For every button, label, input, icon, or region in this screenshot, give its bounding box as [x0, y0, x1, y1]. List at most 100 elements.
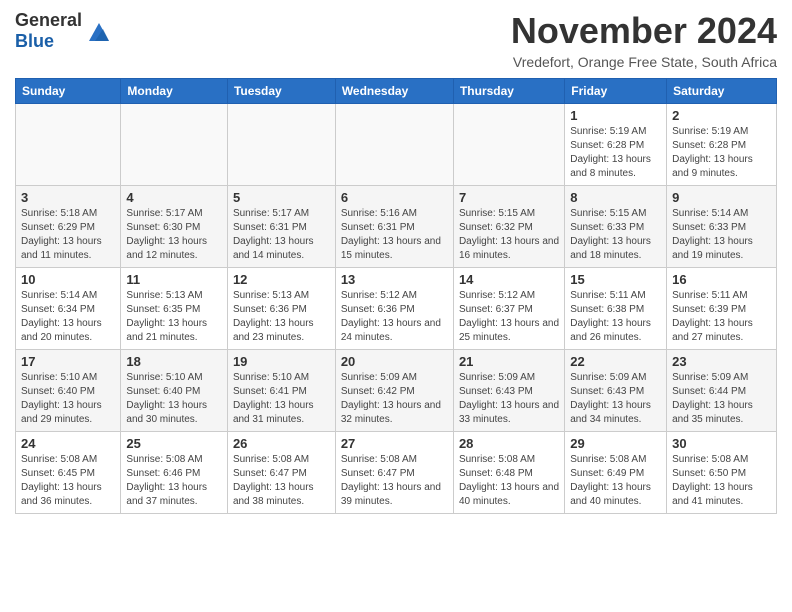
- day-info: Sunrise: 5:08 AM Sunset: 6:46 PM Dayligh…: [126, 453, 222, 509]
- day-info: Sunrise: 5:17 AM Sunset: 6:31 PM Dayligh…: [233, 207, 330, 263]
- weekday-tuesday: Tuesday: [227, 79, 335, 104]
- calendar-cell: 4Sunrise: 5:17 AM Sunset: 6:30 PM Daylig…: [121, 186, 228, 268]
- day-number: 28: [459, 436, 559, 451]
- day-info: Sunrise: 5:19 AM Sunset: 6:28 PM Dayligh…: [672, 125, 771, 181]
- day-info: Sunrise: 5:08 AM Sunset: 6:50 PM Dayligh…: [672, 453, 771, 509]
- day-number: 20: [341, 354, 448, 369]
- day-info: Sunrise: 5:13 AM Sunset: 6:35 PM Dayligh…: [126, 289, 222, 345]
- calendar-cell: 26 Sunrise: 5:08 AM Sunset: 6:47 PM Dayli…: [227, 432, 335, 514]
- calendar-cell: 11 Sunrise: 5:13 AM Sunset: 6:35 PM Dayli…: [121, 268, 228, 350]
- day-info: Sunrise: 5:09 AM Sunset: 6:44 PM Dayligh…: [672, 371, 771, 427]
- logo-icon: [85, 17, 113, 45]
- day-info: Sunrise: 5:19 AM Sunset: 6:28 PM Dayligh…: [570, 125, 661, 181]
- day-info: Sunrise: 5:15 AM Sunset: 6:32 PM Dayligh…: [459, 207, 559, 263]
- weekday-friday: Friday: [565, 79, 667, 104]
- day-info: Sunrise: 5:11 AM Sunset: 6:39 PM Dayligh…: [672, 289, 771, 345]
- day-info: Sunrise: 5:12 AM Sunset: 6:37 PM Dayligh…: [459, 289, 559, 345]
- day-info: Sunrise: 5:11 AM Sunset: 6:38 PM Dayligh…: [570, 289, 661, 345]
- weekday-thursday: Thursday: [453, 79, 564, 104]
- day-info: Sunrise: 5:18 AM Sunset: 6:29 PM Dayligh…: [21, 207, 115, 263]
- day-info: Sunrise: 5:09 AM Sunset: 6:43 PM Dayligh…: [570, 371, 661, 427]
- day-number: 3: [21, 190, 115, 205]
- calendar-cell: 13 Sunrise: 5:12 AM Sunset: 6:36 PM Dayli…: [335, 268, 453, 350]
- calendar-cell: 29Sunrise: 5:08 AM Sunset: 6:49 PM Dayli…: [565, 432, 667, 514]
- calendar-cell: 12Sunrise: 5:13 AM Sunset: 6:36 PM Dayli…: [227, 268, 335, 350]
- day-number: 30: [672, 436, 771, 451]
- calendar-cell: [121, 104, 228, 186]
- calendar-cell: 16 Sunrise: 5:11 AM Sunset: 6:39 PM Dayli…: [667, 268, 777, 350]
- day-info: Sunrise: 5:09 AM Sunset: 6:42 PM Dayligh…: [341, 371, 448, 427]
- weekday-monday: Monday: [121, 79, 228, 104]
- day-number: 23: [672, 354, 771, 369]
- weekday-saturday: Saturday: [667, 79, 777, 104]
- calendar-cell: 30 Sunrise: 5:08 AM Sunset: 6:50 PM Dayli…: [667, 432, 777, 514]
- calendar-cell: 8 Sunrise: 5:15 AM Sunset: 6:33 PM Daylig…: [565, 186, 667, 268]
- day-info: Sunrise: 5:16 AM Sunset: 6:31 PM Dayligh…: [341, 207, 448, 263]
- week-row-2: 10 Sunrise: 5:14 AM Sunset: 6:34 PM Dayli…: [16, 268, 777, 350]
- calendar-cell: 21Sunrise: 5:09 AM Sunset: 6:43 PM Dayli…: [453, 350, 564, 432]
- calendar-cell: [227, 104, 335, 186]
- calendar-cell: 10 Sunrise: 5:14 AM Sunset: 6:34 PM Dayli…: [16, 268, 121, 350]
- day-info: Sunrise: 5:08 AM Sunset: 6:47 PM Dayligh…: [341, 453, 448, 509]
- title-area: November 2024 Vredefort, Orange Free Sta…: [511, 10, 777, 70]
- day-number: 22: [570, 354, 661, 369]
- calendar-cell: 15Sunrise: 5:11 AM Sunset: 6:38 PM Dayli…: [565, 268, 667, 350]
- day-number: 16: [672, 272, 771, 287]
- day-number: 18: [126, 354, 222, 369]
- day-info: Sunrise: 5:08 AM Sunset: 6:47 PM Dayligh…: [233, 453, 330, 509]
- logo-general: General: [15, 10, 82, 31]
- day-number: 5: [233, 190, 330, 205]
- week-row-1: 3 Sunrise: 5:18 AM Sunset: 6:29 PM Daylig…: [16, 186, 777, 268]
- calendar-cell: 24 Sunrise: 5:08 AM Sunset: 6:45 PM Dayli…: [16, 432, 121, 514]
- day-number: 2: [672, 108, 771, 123]
- weekday-wednesday: Wednesday: [335, 79, 453, 104]
- day-number: 26: [233, 436, 330, 451]
- day-info: Sunrise: 5:15 AM Sunset: 6:33 PM Dayligh…: [570, 207, 661, 263]
- calendar-cell: 14 Sunrise: 5:12 AM Sunset: 6:37 PM Dayli…: [453, 268, 564, 350]
- calendar-cell: 3 Sunrise: 5:18 AM Sunset: 6:29 PM Daylig…: [16, 186, 121, 268]
- calendar-cell: 18 Sunrise: 5:10 AM Sunset: 6:40 PM Dayli…: [121, 350, 228, 432]
- calendar-header: SundayMondayTuesdayWednesdayThursdayFrid…: [16, 79, 777, 104]
- day-info: Sunrise: 5:10 AM Sunset: 6:40 PM Dayligh…: [21, 371, 115, 427]
- day-number: 14: [459, 272, 559, 287]
- calendar-cell: 28 Sunrise: 5:08 AM Sunset: 6:48 PM Dayli…: [453, 432, 564, 514]
- day-number: 8: [570, 190, 661, 205]
- day-number: 24: [21, 436, 115, 451]
- month-title: November 2024: [511, 10, 777, 52]
- location: Vredefort, Orange Free State, South Afri…: [511, 54, 777, 70]
- day-number: 27: [341, 436, 448, 451]
- day-number: 29: [570, 436, 661, 451]
- week-row-4: 24 Sunrise: 5:08 AM Sunset: 6:45 PM Dayli…: [16, 432, 777, 514]
- day-info: Sunrise: 5:08 AM Sunset: 6:48 PM Dayligh…: [459, 453, 559, 509]
- day-info: Sunrise: 5:10 AM Sunset: 6:41 PM Dayligh…: [233, 371, 330, 427]
- weekday-row: SundayMondayTuesdayWednesdayThursdayFrid…: [16, 79, 777, 104]
- day-number: 11: [126, 272, 222, 287]
- day-number: 7: [459, 190, 559, 205]
- day-info: Sunrise: 5:09 AM Sunset: 6:43 PM Dayligh…: [459, 371, 559, 427]
- day-number: 6: [341, 190, 448, 205]
- day-number: 4: [126, 190, 222, 205]
- calendar-cell: 17Sunrise: 5:10 AM Sunset: 6:40 PM Dayli…: [16, 350, 121, 432]
- day-info: Sunrise: 5:14 AM Sunset: 6:34 PM Dayligh…: [21, 289, 115, 345]
- calendar-cell: [16, 104, 121, 186]
- weekday-sunday: Sunday: [16, 79, 121, 104]
- page-container: General Blue November 2024 Vredefort, Or…: [0, 0, 792, 524]
- day-info: Sunrise: 5:08 AM Sunset: 6:45 PM Dayligh…: [21, 453, 115, 509]
- calendar-cell: 7 Sunrise: 5:15 AM Sunset: 6:32 PM Daylig…: [453, 186, 564, 268]
- logo: General Blue: [15, 10, 113, 52]
- calendar-table: SundayMondayTuesdayWednesdayThursdayFrid…: [15, 78, 777, 514]
- header: General Blue November 2024 Vredefort, Or…: [15, 10, 777, 70]
- day-number: 25: [126, 436, 222, 451]
- calendar-cell: 22 Sunrise: 5:09 AM Sunset: 6:43 PM Dayli…: [565, 350, 667, 432]
- day-number: 13: [341, 272, 448, 287]
- calendar-cell: [335, 104, 453, 186]
- day-number: 10: [21, 272, 115, 287]
- week-row-0: 1Sunrise: 5:19 AM Sunset: 6:28 PM Daylig…: [16, 104, 777, 186]
- calendar-cell: [453, 104, 564, 186]
- day-info: Sunrise: 5:12 AM Sunset: 6:36 PM Dayligh…: [341, 289, 448, 345]
- logo-text: General Blue: [15, 10, 82, 52]
- calendar-cell: 6 Sunrise: 5:16 AM Sunset: 6:31 PM Daylig…: [335, 186, 453, 268]
- calendar-cell: 19Sunrise: 5:10 AM Sunset: 6:41 PM Dayli…: [227, 350, 335, 432]
- calendar-cell: 23 Sunrise: 5:09 AM Sunset: 6:44 PM Dayli…: [667, 350, 777, 432]
- day-info: Sunrise: 5:10 AM Sunset: 6:40 PM Dayligh…: [126, 371, 222, 427]
